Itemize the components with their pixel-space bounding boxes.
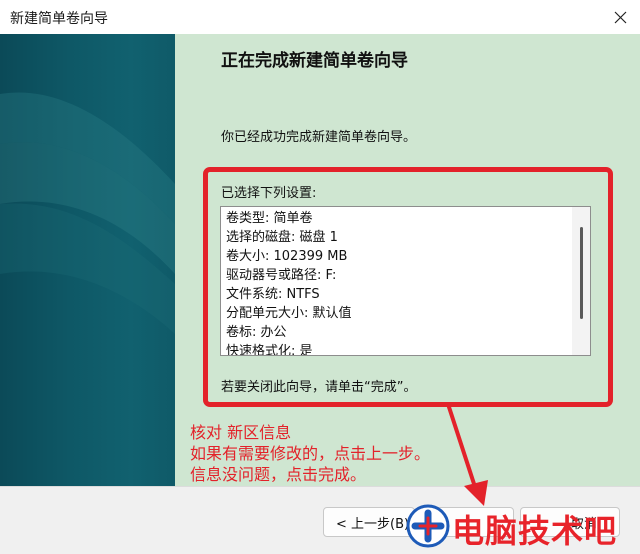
wizard-window: 新建简单卷向导 正在完成新建简单卷向导 你已经成功完成新建简单卷向导。 已选择下… [0, 0, 640, 554]
highlight-box [203, 167, 613, 407]
annotation-line: 信息没问题，点击完成。 [190, 465, 367, 484]
title-bar: 新建简单卷向导 [0, 0, 640, 34]
annotation-arrow [446, 403, 488, 506]
close-button[interactable] [600, 0, 640, 34]
watermark-text: 电脑技术吧 [452, 512, 618, 550]
banner-wave-graphic [0, 92, 175, 334]
plus-logo-icon [406, 504, 450, 548]
annotation-line: 核对 新区信息 [190, 423, 292, 442]
close-icon [614, 11, 626, 23]
annotation-text: 核对 新区信息 如果有需要修改的，点击上一步。 信息没问题，点击完成。 [190, 422, 430, 485]
window-title: 新建简单卷向导 [10, 11, 108, 27]
watermark: 电脑技术吧 [406, 502, 638, 550]
back-button[interactable]: < 上一步(B) [323, 507, 415, 537]
annotation-line: 如果有需要修改的，点击上一步。 [190, 444, 431, 463]
page-title: 正在完成新建简单卷向导 [221, 51, 408, 71]
wizard-sidebar-banner [0, 34, 175, 486]
completion-message: 你已经成功完成新建简单卷向导。 [221, 130, 417, 145]
